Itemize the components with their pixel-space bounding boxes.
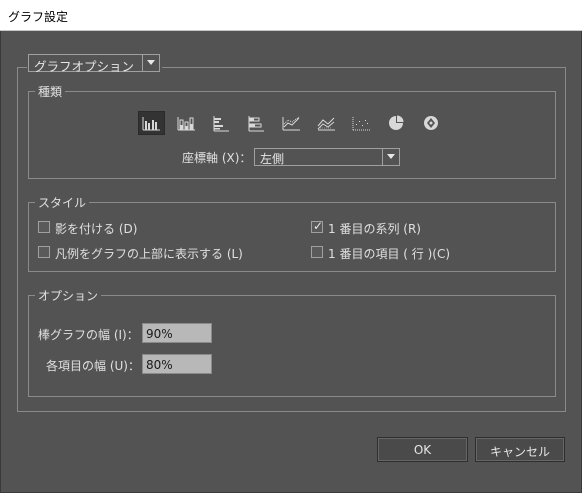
dropdown-separator (382, 149, 383, 165)
cancel-button-label: キャンセル (489, 445, 550, 459)
axis-dropdown-value: 左側 (260, 152, 285, 166)
bar-chart-icon[interactable] (208, 111, 243, 135)
line-chart-icon[interactable] (278, 111, 313, 135)
options-group-legend: オプション (35, 287, 102, 304)
item-width-row: 各項目の幅 (U)： 80% (29, 354, 229, 374)
section-dropdown-wrapper: グラフオプション (27, 53, 162, 74)
stacked-column-chart-icon[interactable] (173, 111, 208, 135)
window-title: グラフ設定 (8, 10, 69, 24)
checkbox-box[interactable]: ✓ (311, 219, 324, 233)
first-series-checkbox-label: 1 番目の系列 (R) (328, 222, 421, 236)
dialog-body: グラフオプション 種類 座標軸 (X)： 左側 スタイル 影を付ける (D) 凡… (0, 31, 582, 493)
axis-label: 座標軸 (X)： (182, 151, 252, 165)
item-width-value: 80% (146, 358, 173, 372)
chevron-down-icon (147, 60, 155, 65)
bar-width-row: 棒グラフの幅 (I)： 90% (29, 323, 229, 343)
item-width-input[interactable]: 80% (142, 354, 212, 374)
scatter-chart-icon[interactable] (348, 111, 383, 135)
ok-button[interactable]: OK (377, 437, 468, 462)
section-dropdown-value: グラフオプション (34, 59, 135, 74)
check-icon: ✓ (313, 219, 324, 233)
section-dropdown[interactable]: グラフオプション (28, 54, 160, 74)
area-chart-icon[interactable] (313, 111, 348, 135)
dropdown-separator (142, 55, 143, 71)
grouped-column-chart-icon[interactable] (138, 111, 165, 135)
checkbox-box[interactable] (38, 246, 50, 258)
type-group: 種類 座標軸 (X)： 左側 (28, 83, 556, 179)
ok-button-label: OK (413, 443, 432, 457)
style-group: スタイル 影を付ける (D) 凡例をグラフの上部に表示する (L) ✓ 1 番目… (28, 194, 556, 272)
item-width-label: 各項目の幅 (U)： (46, 359, 140, 373)
type-group-legend: 種類 (35, 83, 66, 100)
checkbox-box[interactable] (311, 246, 323, 258)
checkbox-box[interactable] (38, 221, 50, 233)
radar-chart-icon[interactable] (418, 111, 453, 135)
chart-type-icons (138, 111, 453, 135)
bar-width-label: 棒グラフの幅 (I)： (38, 328, 139, 342)
cancel-button[interactable]: キャンセル (475, 437, 565, 462)
axis-dropdown[interactable]: 左側 (254, 148, 400, 166)
shadow-checkbox-label: 影を付ける (D) (55, 222, 138, 236)
legend-top-checkbox-label: 凡例をグラフの上部に表示する (L) (55, 247, 243, 261)
bar-width-input[interactable]: 90% (142, 323, 212, 343)
options-group: オプション 棒グラフの幅 (I)： 90% 各項目の幅 (U)： 80% (28, 287, 556, 397)
style-group-legend: スタイル (35, 194, 90, 211)
stacked-bar-chart-icon[interactable] (243, 111, 278, 135)
bar-width-value: 90% (146, 327, 173, 341)
pie-chart-icon[interactable] (383, 111, 418, 135)
first-item-checkbox-label: 1 番目の項目 ( 行 )(C) (328, 247, 450, 261)
chevron-down-icon (387, 154, 395, 159)
title-bar: グラフ設定 (0, 0, 582, 31)
